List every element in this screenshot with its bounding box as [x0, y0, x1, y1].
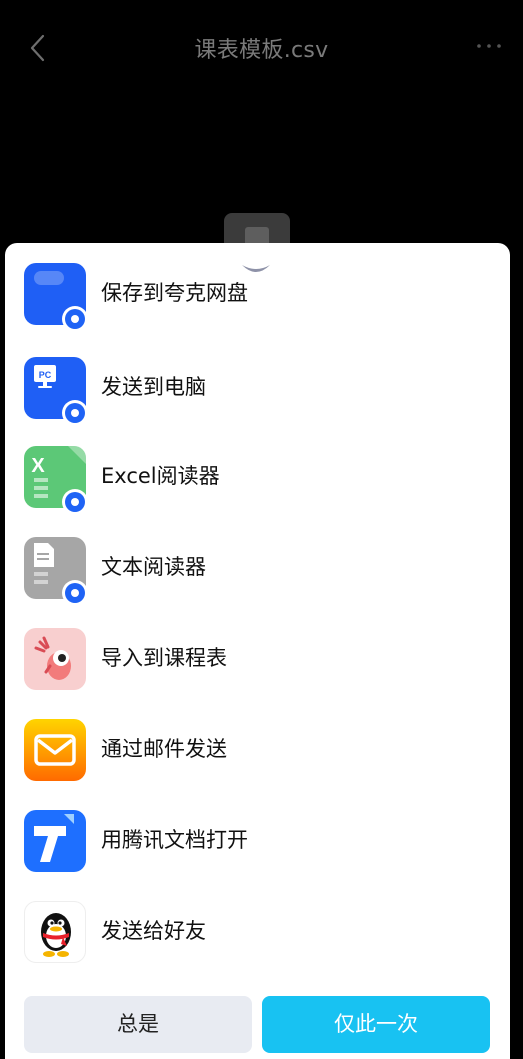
list-item-label: 通过邮件发送 — [101, 737, 227, 761]
list-item-send-pc[interactable]: PC 发送到电脑 — [5, 357, 510, 445]
qq-penguin-icon — [24, 901, 86, 963]
list-item-label: 发送给好友 — [101, 919, 206, 943]
app-list: 保存到夸克网盘 PC 发送到电脑 X Excel阅读器 文本阅读器 导入到课程表… — [5, 243, 510, 973]
top-bar: 课表模板.csv — [0, 0, 523, 96]
list-item-timetable[interactable]: 导入到课程表 — [5, 628, 510, 716]
just-once-button[interactable]: 仅此一次 — [262, 996, 490, 1053]
list-item-tencent-docs[interactable]: 用腾讯文档打开 — [5, 810, 510, 898]
excel-x-text: X — [31, 455, 45, 477]
share-sheet: 保存到夸克网盘 PC 发送到电脑 X Excel阅读器 文本阅读器 导入到课程表… — [5, 243, 510, 1059]
badge-icon — [62, 489, 88, 515]
more-dots-icon[interactable] — [473, 34, 505, 58]
page-title: 课表模板.csv — [194, 38, 329, 63]
list-item-qq[interactable]: 发送给好友 — [5, 901, 510, 973]
always-button[interactable]: 总是 — [24, 996, 252, 1053]
pc-text: PC — [39, 370, 52, 380]
deer-icon — [24, 628, 86, 690]
list-item-label: 导入到课程表 — [101, 646, 227, 670]
mail-icon — [24, 719, 86, 781]
list-item-mail[interactable]: 通过邮件发送 — [5, 719, 510, 807]
list-item-text-reader[interactable]: 文本阅读器 — [5, 537, 510, 625]
badge-icon — [62, 400, 88, 426]
list-item-label: 保存到夸克网盘 — [101, 281, 248, 305]
chevron-down-icon[interactable] — [238, 259, 274, 279]
screen: 课表模板.csv 保存到夸克网盘 PC 发送到电脑 X Excel阅读器 文本阅… — [0, 0, 523, 1059]
list-item-label: 发送到电脑 — [101, 375, 206, 399]
list-item-label: 用腾讯文档打开 — [101, 828, 248, 852]
list-item-label: 文本阅读器 — [101, 555, 206, 579]
badge-icon — [62, 580, 88, 606]
list-item-label: Excel阅读器 — [101, 464, 220, 488]
list-item-excel[interactable]: X Excel阅读器 — [5, 446, 510, 534]
badge-icon — [62, 306, 88, 332]
tencent-docs-icon — [24, 810, 86, 872]
